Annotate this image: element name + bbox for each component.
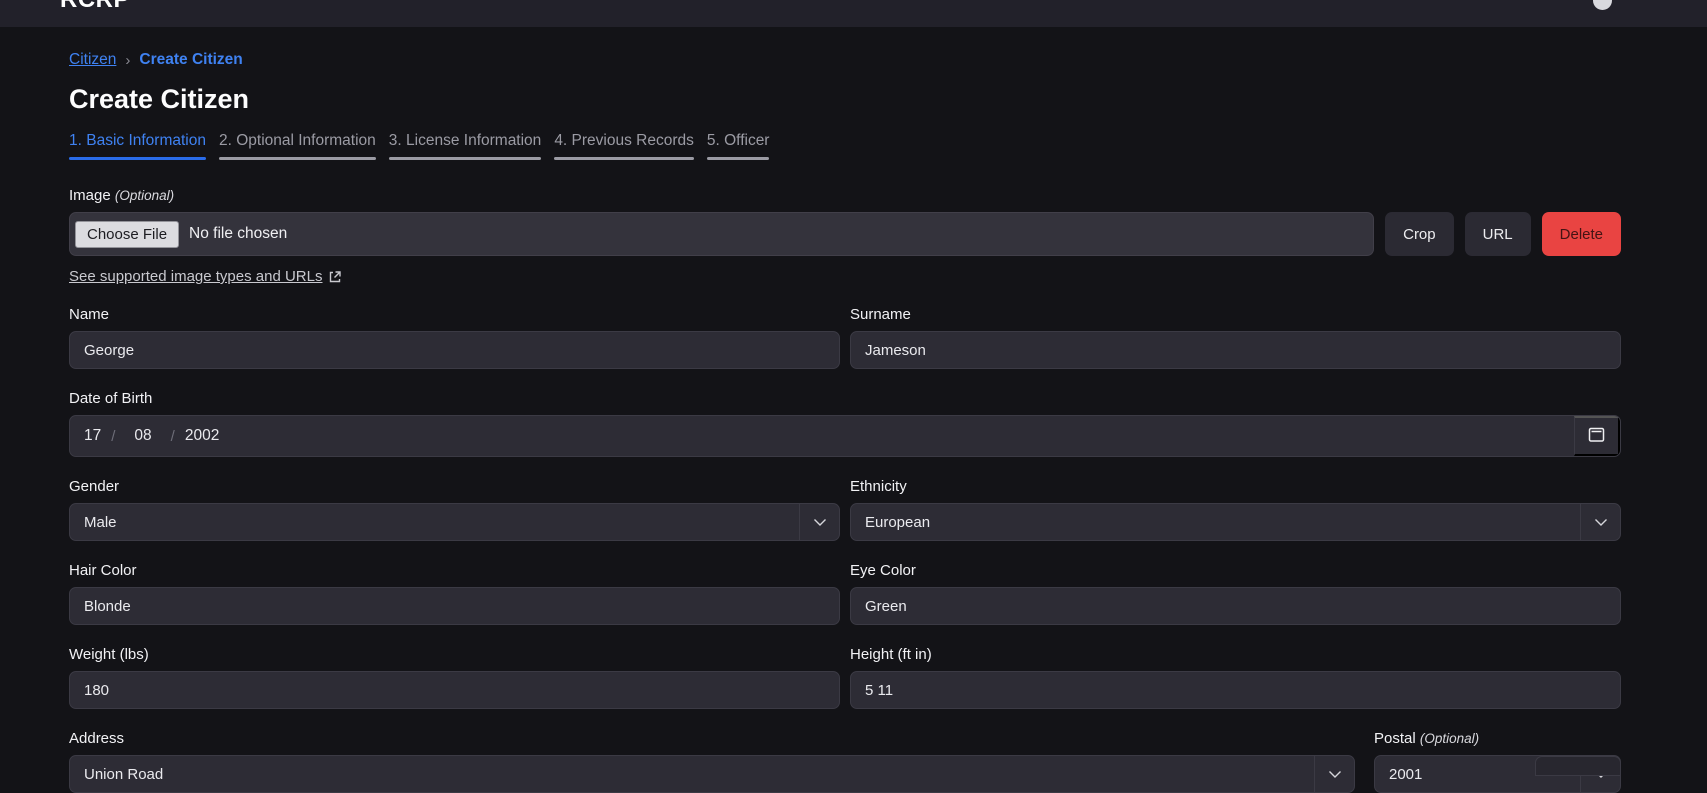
surname-field-group: Surname (850, 306, 1621, 369)
address-field-group: Address Union Road (69, 730, 1355, 793)
form-step-tabs: 1. Basic Information 2. Optional Informa… (69, 132, 1621, 160)
ethnicity-field-group: Ethnicity European (850, 478, 1621, 541)
tab-officer[interactable]: 5. Officer (707, 132, 770, 160)
gender-selected-value: Male (70, 514, 799, 531)
date-separator: / (111, 428, 115, 445)
tab-previous-records[interactable]: 4. Previous Records (554, 132, 694, 160)
dob-day-segment[interactable]: 17 (84, 427, 101, 445)
image-field-label: Image (Optional) (69, 187, 1621, 204)
create-citizen-page: Citizen › Create Citizen Create Citizen … (0, 51, 1707, 793)
optional-hint: (Optional) (115, 188, 174, 203)
tab-underline (69, 157, 206, 160)
crop-button[interactable]: Crop (1385, 212, 1454, 256)
ethnicity-select[interactable]: European (850, 503, 1621, 541)
gender-label: Gender (69, 478, 840, 495)
height-field-group: Height (ft in) (850, 646, 1621, 709)
breadcrumb-create-citizen-link[interactable]: Create Citizen (139, 51, 242, 69)
url-button[interactable]: URL (1465, 212, 1531, 256)
weight-input[interactable] (69, 671, 840, 709)
calendar-icon (1588, 426, 1605, 446)
postal-label: Postal (Optional) (1374, 730, 1621, 747)
weight-label: Weight (lbs) (69, 646, 840, 663)
external-link-icon (328, 270, 342, 284)
eye-color-label: Eye Color (850, 562, 1621, 579)
tab-optional-information[interactable]: 2. Optional Information (219, 132, 376, 160)
dob-month-segment[interactable]: 08 (134, 427, 151, 445)
gender-select[interactable]: Male (69, 503, 840, 541)
gender-ethnicity-row: Gender Male Ethnicity European (69, 478, 1621, 541)
hair-color-label: Hair Color (69, 562, 840, 579)
breadcrumb-separator-icon: › (125, 52, 130, 69)
date-of-birth-input[interactable]: 17 / 08 / 2002 (69, 415, 1621, 457)
address-selected-value: Union Road (70, 766, 1314, 783)
choose-file-button[interactable]: Choose File (75, 221, 179, 248)
gender-field-group: Gender Male (69, 478, 840, 541)
image-upload-section: Image (Optional) Choose File No file cho… (69, 187, 1621, 285)
tab-basic-information[interactable]: 1. Basic Information (69, 132, 206, 160)
surname-label: Surname (850, 306, 1621, 323)
tab-license-information[interactable]: 3. License Information (389, 132, 542, 160)
next-step-button-partial[interactable] (1535, 756, 1621, 776)
dob-label: Date of Birth (69, 390, 1621, 407)
name-label: Name (69, 306, 840, 323)
tab-underline (219, 157, 376, 160)
weight-field-group: Weight (lbs) (69, 646, 840, 709)
address-postal-row: Address Union Road Postal (Optional) 200… (69, 730, 1621, 793)
surname-input[interactable] (850, 331, 1621, 369)
supported-image-types-link[interactable]: See supported image types and URLs (69, 268, 342, 285)
hair-color-input[interactable] (69, 587, 840, 625)
height-input[interactable] (850, 671, 1621, 709)
dob-row: Date of Birth 17 / 08 / 2002 (69, 390, 1621, 457)
tab-underline (554, 157, 694, 160)
breadcrumb-citizen-link[interactable]: Citizen (69, 51, 116, 69)
tab-underline (707, 157, 770, 160)
height-label: Height (ft in) (850, 646, 1621, 663)
file-chosen-status: No file chosen (189, 225, 287, 243)
name-surname-row: Name Surname (69, 306, 1621, 369)
ethnicity-selected-value: European (851, 514, 1580, 531)
eye-color-input[interactable] (850, 587, 1621, 625)
chevron-down-icon (1314, 756, 1354, 792)
breadcrumb: Citizen › Create Citizen (69, 51, 1621, 69)
user-avatar[interactable] (1593, 0, 1612, 10)
page-title: Create Citizen (69, 84, 1621, 115)
address-label: Address (69, 730, 1355, 747)
hair-eye-row: Hair Color Eye Color (69, 562, 1621, 625)
name-field-group: Name (69, 306, 840, 369)
date-segments: 17 / 08 / 2002 (70, 427, 1574, 445)
date-separator: / (171, 428, 175, 445)
app-logo[interactable]: RCRP (60, 0, 130, 14)
weight-height-row: Weight (lbs) Height (ft in) (69, 646, 1621, 709)
chevron-down-icon (1580, 504, 1620, 540)
name-input[interactable] (69, 331, 840, 369)
delete-button[interactable]: Delete (1542, 212, 1621, 256)
optional-hint: (Optional) (1420, 731, 1479, 746)
image-upload-row: Choose File No file chosen Crop URL Dele… (69, 212, 1621, 256)
ethnicity-label: Ethnicity (850, 478, 1621, 495)
hair-color-field-group: Hair Color (69, 562, 840, 625)
image-link-row: See supported image types and URLs (69, 268, 1621, 285)
calendar-picker-button[interactable] (1574, 416, 1620, 456)
chevron-down-icon (799, 504, 839, 540)
image-file-input[interactable]: Choose File No file chosen (69, 212, 1374, 256)
top-navigation-bar: RCRP (0, 0, 1707, 27)
tab-underline (389, 157, 542, 160)
eye-color-field-group: Eye Color (850, 562, 1621, 625)
dob-year-segment[interactable]: 2002 (185, 427, 219, 445)
